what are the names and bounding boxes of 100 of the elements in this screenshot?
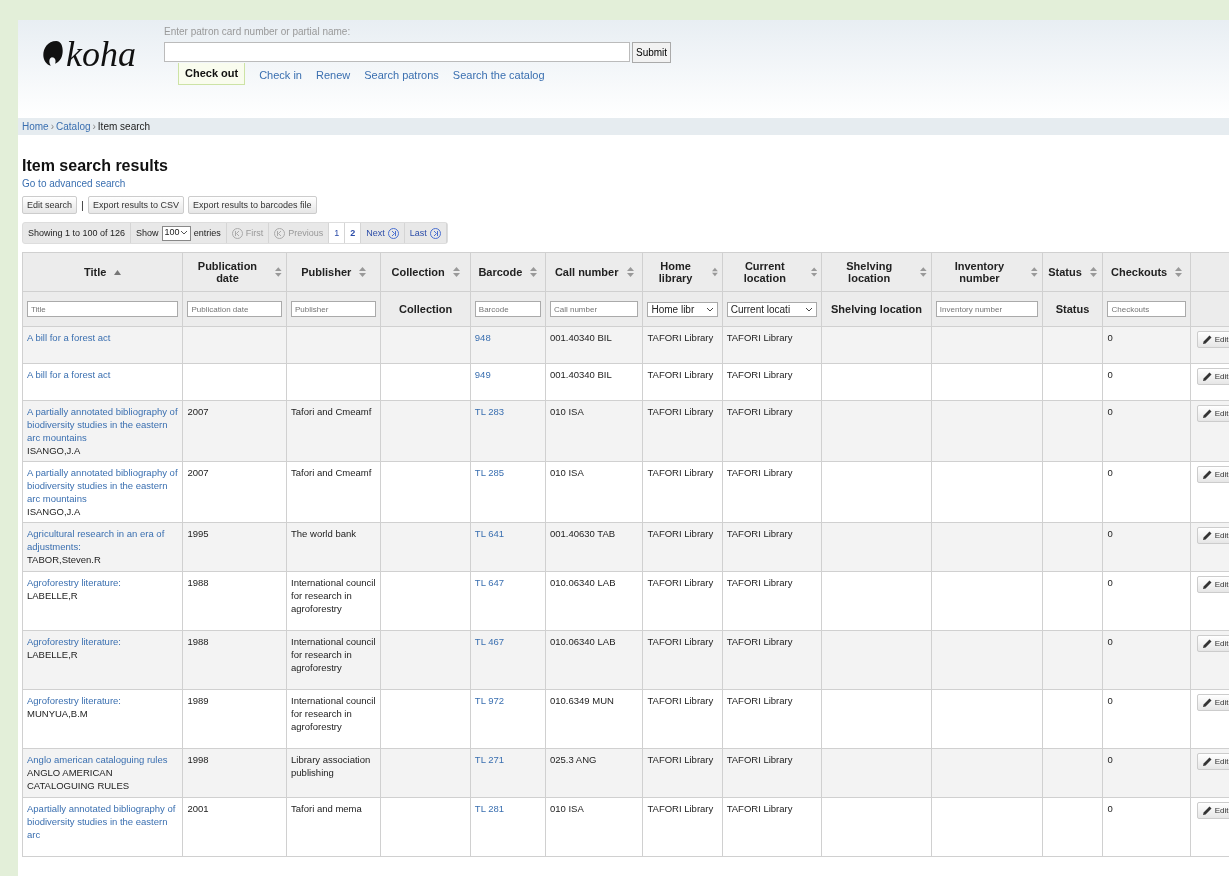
filter-field[interactable]: Call number: [549, 301, 639, 317]
column-header[interactable]: Publisher: [286, 252, 381, 292]
author-text: TABOR,Steven.R: [27, 553, 102, 566]
column-header[interactable]: Title: [22, 252, 183, 292]
filter-select[interactable]: Current locati: [726, 301, 818, 317]
table-cell: International council for research in agroforestry: [291, 636, 376, 673]
barcode-link[interactable]: TL 972: [474, 695, 505, 706]
column-header[interactable]: Checkouts: [1102, 252, 1191, 292]
title-link[interactable]: A partially annotated bibliography of biodiversity studies in the eastern arc mountains: [27, 405, 179, 444]
pencil-icon: [1202, 470, 1212, 479]
barcode-link[interactable]: TL 283: [474, 406, 505, 417]
edit-button[interactable]: Edit: [1196, 466, 1229, 483]
edit-button[interactable]: Edit: [1196, 802, 1229, 819]
barcode-link[interactable]: 948: [474, 332, 491, 343]
barcode-link[interactable]: TL 467: [474, 636, 505, 647]
author-text: LABELLE,R: [27, 648, 79, 661]
table-cell: 010.06340 LAB: [549, 577, 616, 588]
title-link[interactable]: Agroforestry literature:: [27, 694, 121, 707]
page-title: Item search results: [22, 157, 169, 175]
barcode-link[interactable]: TL 641: [474, 528, 505, 539]
pager-link[interactable]: Next: [361, 223, 405, 243]
edit-button[interactable]: Edit: [1196, 694, 1229, 711]
nav-tab[interactable]: Search the catalog: [452, 63, 545, 85]
column-header[interactable]: Inventory number: [931, 252, 1043, 292]
author-text: ISANGO,J.A: [27, 444, 82, 457]
title-link[interactable]: A bill for a forest act: [27, 368, 111, 381]
barcode-link[interactable]: TL 285: [474, 467, 505, 478]
page-link[interactable]: 2: [345, 223, 362, 243]
column-header[interactable]: Current location: [722, 252, 822, 292]
filter-field[interactable]: Barcode: [474, 301, 541, 317]
title-link[interactable]: A partially annotated bibliography of biodiversity studies in the eastern arc mountains: [27, 466, 179, 505]
barcode-link[interactable]: TL 647: [474, 577, 505, 588]
column-header[interactable]: Publication date: [182, 252, 287, 292]
patron-search-field[interactable]: [164, 42, 630, 62]
advanced-search-link[interactable]: Go to advanced search: [22, 178, 126, 189]
filter-label: Status: [1055, 303, 1090, 315]
table-cell: TAFORI Library: [726, 369, 793, 380]
barcode-link[interactable]: TL 281: [474, 803, 505, 814]
table-cell: 1988: [187, 636, 209, 647]
filter-field[interactable]: Title: [27, 301, 179, 317]
edit-button[interactable]: Edit: [1196, 753, 1229, 770]
filter-field[interactable]: Checkouts: [1107, 301, 1186, 317]
chevron-icon: [179, 229, 188, 235]
rewind-icon: [231, 227, 243, 239]
breadcrumb-link[interactable]: Catalog: [56, 121, 91, 132]
title-link[interactable]: Agricultural research in an era of adjustments:: [27, 527, 179, 553]
table-cell: Tafori and Cmeamf: [291, 467, 372, 478]
barcode-link[interactable]: 949: [474, 369, 491, 380]
filter-select[interactable]: Home libr: [647, 301, 718, 317]
table-cell: 001.40630 TAB: [549, 528, 616, 539]
filter-label: Shelving location: [830, 303, 923, 315]
column-header[interactable]: Status: [1042, 252, 1103, 292]
filter-field[interactable]: Inventory number: [935, 301, 1038, 317]
title-link[interactable]: A bill for a forest act: [27, 331, 111, 344]
pager-link[interactable]: Last: [404, 223, 447, 243]
nav-tab[interactable]: Check in: [259, 63, 302, 85]
table-cell: TAFORI Library: [726, 406, 793, 417]
table-cell: International council for research in agroforestry: [291, 577, 376, 614]
table-cell: 0: [1107, 754, 1113, 765]
table-cell: Library association publishing: [291, 754, 371, 778]
column-header[interactable]: Barcode: [470, 252, 546, 292]
rewind-icon: [274, 227, 286, 239]
edit-button[interactable]: Edit: [1196, 331, 1229, 348]
breadcrumb-separator: ›: [92, 121, 96, 132]
table-cell: 0: [1107, 406, 1113, 417]
nav-tab[interactable]: Renew: [315, 63, 351, 85]
barcode-link[interactable]: TL 271: [474, 754, 505, 765]
breadcrumb-link[interactable]: Home: [22, 121, 49, 132]
table-cell: TAFORI Library: [726, 577, 793, 588]
column-header[interactable]: Collection: [380, 252, 471, 292]
edit-button[interactable]: Edit: [1196, 576, 1229, 593]
droplet-icon: [42, 40, 64, 68]
toolbar-button[interactable]: Edit search: [22, 196, 78, 214]
edit-button[interactable]: Edit: [1196, 527, 1229, 544]
submit-button[interactable]: Submit: [632, 42, 672, 63]
edit-button[interactable]: Edit: [1196, 405, 1229, 422]
table-cell: TAFORI Library: [726, 528, 793, 539]
column-header[interactable]: Call number: [545, 252, 643, 292]
toolbar-button[interactable]: Export results to CSV: [87, 196, 184, 214]
table-cell: TAFORI Library: [726, 636, 793, 647]
chevron-icon: [705, 306, 714, 312]
column-header[interactable]: Shelving location: [821, 252, 932, 292]
koha-logo[interactable]: koha: [30, 20, 136, 88]
table-cell: TAFORI Library: [647, 332, 714, 343]
pencil-icon: [1202, 372, 1212, 381]
nav-tab[interactable]: Search patrons: [364, 63, 439, 85]
column-header[interactable]: Home library: [642, 252, 723, 292]
nav-tab[interactable]: Check out: [178, 63, 246, 85]
author-text: ISANGO,J.A: [27, 505, 82, 518]
title-link[interactable]: Agroforestry literature:: [27, 576, 121, 589]
page-link[interactable]: 1: [329, 223, 346, 243]
filter-field[interactable]: Publication date: [187, 301, 283, 317]
edit-button[interactable]: Edit: [1196, 635, 1229, 652]
edit-button[interactable]: Edit: [1196, 368, 1229, 385]
title-link[interactable]: Anglo american cataloguing rules: [27, 753, 168, 766]
table-cell: TAFORI Library: [726, 754, 793, 765]
page-size-select[interactable]: 100: [161, 225, 191, 241]
filter-field[interactable]: Publisher: [291, 301, 377, 317]
title-link[interactable]: Agroforestry literature:: [27, 635, 121, 648]
toolbar-button[interactable]: Export results to barcodes file: [187, 196, 317, 214]
